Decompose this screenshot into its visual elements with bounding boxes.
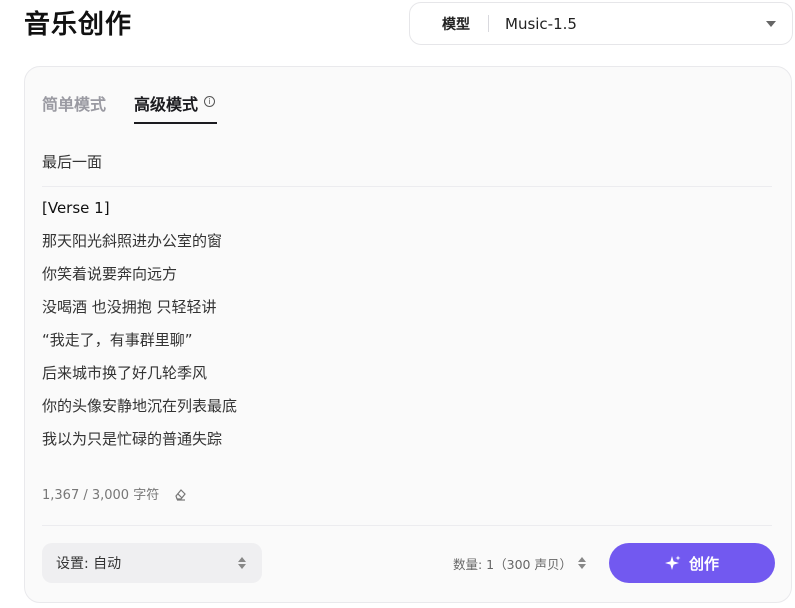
updown-icon: [238, 557, 246, 569]
sparkle-icon: [664, 555, 681, 570]
model-separator: [488, 15, 489, 32]
model-value: Music-1.5: [505, 14, 577, 33]
lyrics-editor[interactable]: [Verse 1] 那天阳光斜照进办公室的窗 你笑着说要奔向远方 没喝酒 也没拥…: [42, 195, 772, 459]
updown-icon: [577, 557, 586, 569]
tab-advanced-label: 高级模式: [134, 95, 199, 114]
char-count: 1,367 / 3,000 字符: [42, 484, 187, 503]
eraser-icon[interactable]: [173, 487, 187, 501]
lyric-line: 后来城市换了好几轮季风: [42, 364, 208, 382]
tab-advanced-mode[interactable]: 高级模式 i: [134, 91, 218, 124]
settings-select[interactable]: 设置: 自动: [42, 543, 262, 583]
lyric-line: 你笑着说要奔向远方: [42, 265, 178, 283]
info-icon[interactable]: i: [204, 96, 216, 107]
char-count-text: 1,367 / 3,000 字符: [42, 488, 160, 503]
model-label: 模型: [442, 16, 470, 33]
song-title-input[interactable]: 最后一面: [42, 151, 772, 187]
create-button-label: 创作: [688, 554, 719, 573]
chevron-down-icon[interactable]: [766, 20, 776, 27]
creation-panel: 简单模式 高级模式 i 最后一面 [Verse 1] 那天阳光斜照进办公室的窗 …: [24, 66, 792, 603]
quantity-label: 数量: 1（300 声贝）: [453, 556, 572, 572]
tab-simple-mode[interactable]: 简单模式: [42, 91, 106, 124]
lyric-line: “我走了，有事群里聊”: [42, 331, 193, 349]
tab-simple-label: 简单模式: [42, 95, 107, 114]
lyric-line: 那天阳光斜照进办公室的窗: [42, 232, 223, 250]
create-button[interactable]: 创作: [609, 543, 775, 583]
lyric-line: 我以为只是忙碌的普通失踪: [42, 430, 223, 448]
settings-label: 设置: 自动: [56, 556, 122, 572]
model-select[interactable]: 模型 Music-1.5: [409, 2, 793, 45]
page-title: 音乐创作: [24, 10, 133, 40]
lyric-line: 没喝酒 也没拥抱 只轻轻讲: [42, 298, 217, 316]
mode-tabs: 简单模式 高级模式 i: [42, 91, 218, 124]
quantity-select[interactable]: 数量: 1（300 声贝）: [453, 553, 586, 573]
divider: [42, 525, 772, 526]
lyric-line: 你的头像安静地沉在列表最底: [42, 397, 238, 415]
lyric-line: [Verse 1]: [42, 199, 110, 217]
